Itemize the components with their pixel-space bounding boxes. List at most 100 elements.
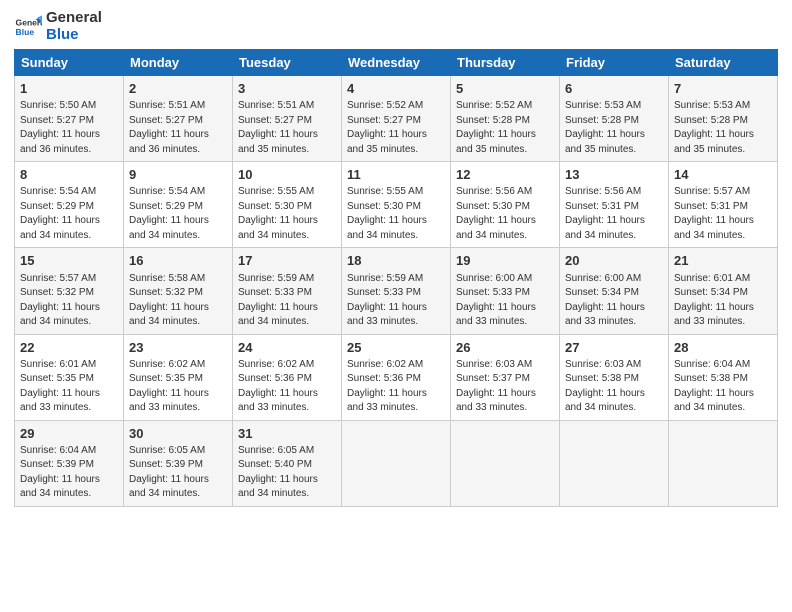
- day-cell: [669, 420, 778, 506]
- day-info: Sunrise: 5:56 AMSunset: 5:31 PMDaylight:…: [565, 185, 663, 243]
- day-info: Sunrise: 6:03 AMSunset: 5:37 PMDaylight:…: [456, 358, 554, 416]
- day-number: 4: [347, 80, 445, 98]
- day-cell: 28Sunrise: 6:04 AMSunset: 5:38 PMDayligh…: [669, 334, 778, 420]
- day-cell: 7Sunrise: 5:53 AMSunset: 5:28 PMDaylight…: [669, 76, 778, 162]
- week-row-2: 8Sunrise: 5:54 AMSunset: 5:29 PMDaylight…: [15, 162, 778, 248]
- day-cell: 10Sunrise: 5:55 AMSunset: 5:30 PMDayligh…: [233, 162, 342, 248]
- week-row-1: 1Sunrise: 5:50 AMSunset: 5:27 PMDaylight…: [15, 76, 778, 162]
- day-info: Sunrise: 6:02 AMSunset: 5:36 PMDaylight:…: [238, 358, 336, 416]
- day-number: 26: [456, 339, 554, 357]
- day-cell: [560, 420, 669, 506]
- logo-blue: Blue: [46, 27, 102, 44]
- day-cell: 16 Sunrise: 5:58 AMSunset: 5:32 PMDayligh…: [124, 248, 233, 334]
- day-info: Sunrise: 5:58 AMSunset: 5:32 PMDaylight:…: [129, 272, 227, 330]
- day-header-saturday: Saturday: [669, 50, 778, 76]
- day-cell: 18 Sunrise: 5:59 AMSunset: 5:33 PMDayligh…: [342, 248, 451, 334]
- day-info: Sunrise: 6:03 AMSunset: 5:38 PMDaylight:…: [565, 358, 663, 416]
- day-number: 29: [20, 425, 118, 443]
- day-number: 2: [129, 80, 227, 98]
- svg-text:Blue: Blue: [16, 26, 35, 36]
- day-number: 5: [456, 80, 554, 98]
- day-cell: 25Sunrise: 6:02 AMSunset: 5:36 PMDayligh…: [342, 334, 451, 420]
- day-cell: 24Sunrise: 6:02 AMSunset: 5:36 PMDayligh…: [233, 334, 342, 420]
- day-info: Sunrise: 6:02 AMSunset: 5:35 PMDaylight:…: [129, 358, 227, 416]
- logo-icon: General Blue: [14, 13, 42, 41]
- day-info: Sunrise: 5:50 AMSunset: 5:27 PMDaylight:…: [20, 99, 118, 157]
- week-row-3: 15Sunrise: 5:57 AMSunset: 5:32 PMDayligh…: [15, 248, 778, 334]
- day-cell: 13Sunrise: 5:56 AMSunset: 5:31 PMDayligh…: [560, 162, 669, 248]
- day-header-sunday: Sunday: [15, 50, 124, 76]
- day-cell: 14Sunrise: 5:57 AMSunset: 5:31 PMDayligh…: [669, 162, 778, 248]
- day-cell: 27Sunrise: 6:03 AMSunset: 5:38 PMDayligh…: [560, 334, 669, 420]
- day-info: Sunrise: 6:04 AMSunset: 5:38 PMDaylight:…: [674, 358, 772, 416]
- day-cell: 29Sunrise: 6:04 AMSunset: 5:39 PMDayligh…: [15, 420, 124, 506]
- day-cell: 17 Sunrise: 5:59 AMSunset: 5:33 PMDayligh…: [233, 248, 342, 334]
- day-cell: 15Sunrise: 5:57 AMSunset: 5:32 PMDayligh…: [15, 248, 124, 334]
- day-number: 27: [565, 339, 663, 357]
- day-cell: 2Sunrise: 5:51 AMSunset: 5:27 PMDaylight…: [124, 76, 233, 162]
- day-number: 23: [129, 339, 227, 357]
- day-info: Sunrise: 6:00 AMSunset: 5:33 PMDaylight:…: [456, 272, 554, 330]
- day-cell: 30Sunrise: 6:05 AMSunset: 5:39 PMDayligh…: [124, 420, 233, 506]
- day-info: Sunrise: 5:55 AMSunset: 5:30 PMDaylight:…: [238, 185, 336, 243]
- day-info: Sunrise: 6:05 AMSunset: 5:39 PMDaylight:…: [129, 444, 227, 502]
- day-info: Sunrise: 5:59 AMSunset: 5:33 PMDaylight:…: [347, 272, 445, 330]
- day-cell: 31Sunrise: 6:05 AMSunset: 5:40 PMDayligh…: [233, 420, 342, 506]
- day-number: 3: [238, 80, 336, 98]
- day-info: Sunrise: 6:04 AMSunset: 5:39 PMDaylight:…: [20, 444, 118, 502]
- day-info: Sunrise: 5:53 AMSunset: 5:28 PMDaylight:…: [674, 99, 772, 157]
- day-cell: 12Sunrise: 5:56 AMSunset: 5:30 PMDayligh…: [451, 162, 560, 248]
- day-cell: 9Sunrise: 5:54 AMSunset: 5:29 PMDaylight…: [124, 162, 233, 248]
- day-cell: 21Sunrise: 6:01 AMSunset: 5:34 PMDayligh…: [669, 248, 778, 334]
- day-number: 25: [347, 339, 445, 357]
- day-header-friday: Friday: [560, 50, 669, 76]
- day-number: 9: [129, 166, 227, 184]
- day-info: Sunrise: 5:59 AMSunset: 5:33 PMDaylight:…: [238, 272, 336, 330]
- day-number: 7: [674, 80, 772, 98]
- day-number: 24: [238, 339, 336, 357]
- day-cell: 11Sunrise: 5:55 AMSunset: 5:30 PMDayligh…: [342, 162, 451, 248]
- day-number: 20: [565, 252, 663, 270]
- day-cell: 19Sunrise: 6:00 AMSunset: 5:33 PMDayligh…: [451, 248, 560, 334]
- day-info: Sunrise: 6:01 AMSunset: 5:35 PMDaylight:…: [20, 358, 118, 416]
- day-cell: 23Sunrise: 6:02 AMSunset: 5:35 PMDayligh…: [124, 334, 233, 420]
- day-info: Sunrise: 5:51 AMSunset: 5:27 PMDaylight:…: [238, 99, 336, 157]
- day-cell: 8Sunrise: 5:54 AMSunset: 5:29 PMDaylight…: [15, 162, 124, 248]
- page-container: General Blue General Blue SundayMondayTu…: [0, 0, 792, 517]
- day-info: Sunrise: 5:57 AMSunset: 5:31 PMDaylight:…: [674, 185, 772, 243]
- day-cell: 22Sunrise: 6:01 AMSunset: 5:35 PMDayligh…: [15, 334, 124, 420]
- day-info: Sunrise: 5:52 AMSunset: 5:28 PMDaylight:…: [456, 99, 554, 157]
- week-row-5: 29Sunrise: 6:04 AMSunset: 5:39 PMDayligh…: [15, 420, 778, 506]
- day-cell: 4Sunrise: 5:52 AMSunset: 5:27 PMDaylight…: [342, 76, 451, 162]
- day-number: 1: [20, 80, 118, 98]
- header: General Blue General Blue: [14, 10, 778, 43]
- week-row-4: 22Sunrise: 6:01 AMSunset: 5:35 PMDayligh…: [15, 334, 778, 420]
- day-info: Sunrise: 6:01 AMSunset: 5:34 PMDaylight:…: [674, 272, 772, 330]
- day-number: 31: [238, 425, 336, 443]
- calendar-table: SundayMondayTuesdayWednesdayThursdayFrid…: [14, 49, 778, 507]
- logo: General Blue General Blue: [14, 10, 102, 43]
- day-info: Sunrise: 5:54 AMSunset: 5:29 PMDaylight:…: [129, 185, 227, 243]
- day-cell: 6Sunrise: 5:53 AMSunset: 5:28 PMDaylight…: [560, 76, 669, 162]
- day-info: Sunrise: 5:56 AMSunset: 5:30 PMDaylight:…: [456, 185, 554, 243]
- day-header-thursday: Thursday: [451, 50, 560, 76]
- day-info: Sunrise: 5:57 AMSunset: 5:32 PMDaylight:…: [20, 272, 118, 330]
- day-info: Sunrise: 6:02 AMSunset: 5:36 PMDaylight:…: [347, 358, 445, 416]
- day-info: Sunrise: 5:51 AMSunset: 5:27 PMDaylight:…: [129, 99, 227, 157]
- day-cell: [342, 420, 451, 506]
- day-number: 18: [347, 252, 445, 270]
- day-info: Sunrise: 6:00 AMSunset: 5:34 PMDaylight:…: [565, 272, 663, 330]
- day-info: Sunrise: 6:05 AMSunset: 5:40 PMDaylight:…: [238, 444, 336, 502]
- day-number: 28: [674, 339, 772, 357]
- day-number: 11: [347, 166, 445, 184]
- day-number: 13: [565, 166, 663, 184]
- day-cell: 1Sunrise: 5:50 AMSunset: 5:27 PMDaylight…: [15, 76, 124, 162]
- day-header-wednesday: Wednesday: [342, 50, 451, 76]
- day-number: 16: [129, 252, 227, 270]
- day-info: Sunrise: 5:53 AMSunset: 5:28 PMDaylight:…: [565, 99, 663, 157]
- header-row: SundayMondayTuesdayWednesdayThursdayFrid…: [15, 50, 778, 76]
- day-number: 6: [565, 80, 663, 98]
- day-cell: 5Sunrise: 5:52 AMSunset: 5:28 PMDaylight…: [451, 76, 560, 162]
- day-number: 17: [238, 252, 336, 270]
- day-cell: 26Sunrise: 6:03 AMSunset: 5:37 PMDayligh…: [451, 334, 560, 420]
